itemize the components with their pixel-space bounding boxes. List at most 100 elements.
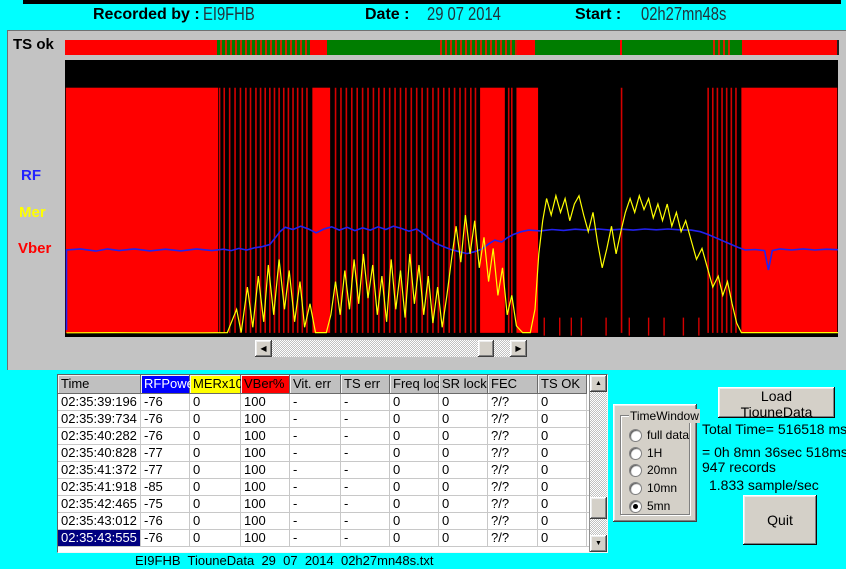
- table-cell[interactable]: 0: [538, 445, 587, 461]
- table-cell[interactable]: -: [290, 445, 341, 461]
- table-row[interactable]: 02:35:43:555-760100--00?/?0: [58, 530, 589, 547]
- table-cell[interactable]: 0: [390, 411, 439, 427]
- vscroll-track[interactable]: [590, 392, 607, 535]
- table-cell[interactable]: ?/?: [488, 411, 538, 427]
- table-cell[interactable]: ?/?: [488, 530, 538, 546]
- table-cell[interactable]: 02:35:42:465: [58, 496, 141, 512]
- table-cell[interactable]: 02:35:40:282: [58, 428, 141, 444]
- table-cell[interactable]: -76: [141, 428, 190, 444]
- radio-icon[interactable]: [629, 447, 642, 460]
- table-cell[interactable]: 0: [190, 479, 241, 495]
- table-cell[interactable]: 0: [390, 513, 439, 529]
- table-cell[interactable]: 100: [241, 445, 290, 461]
- table-cell[interactable]: ?/?: [488, 462, 538, 478]
- table-cell[interactable]: -: [341, 445, 390, 461]
- table-row[interactable]: 02:35:39:196-760100--00?/?0: [58, 394, 589, 411]
- table-cell[interactable]: ?/?: [488, 394, 538, 410]
- table-cell[interactable]: 100: [241, 530, 290, 546]
- table-row[interactable]: 02:35:40:828-770100--00?/?0: [58, 445, 589, 462]
- table-cell[interactable]: -: [290, 462, 341, 478]
- radio-icon[interactable]: [629, 482, 642, 495]
- table-cell[interactable]: 0: [439, 513, 488, 529]
- table-row[interactable]: 02:35:41:372-770100--00?/?0: [58, 462, 589, 479]
- radio-option-20mn[interactable]: 20mn: [629, 463, 677, 477]
- table-cell[interactable]: 0: [390, 530, 439, 546]
- table-row[interactable]: 02:35:43:012-760100--00?/?0: [58, 513, 589, 530]
- table-cell[interactable]: 0: [190, 394, 241, 410]
- table-cell[interactable]: 0: [390, 394, 439, 410]
- table-row[interactable]: 02:35:41:918-850100--00?/?0: [58, 479, 589, 496]
- table-cell[interactable]: 0: [390, 428, 439, 444]
- table-row[interactable]: 02:35:40:282-760100--00?/?0: [58, 428, 589, 445]
- radio-option-5mn[interactable]: 5mn: [629, 499, 670, 513]
- table-cell[interactable]: ?/?: [488, 428, 538, 444]
- table-cell[interactable]: 0: [439, 462, 488, 478]
- radio-option-full-data[interactable]: full data: [629, 428, 689, 442]
- table-cell[interactable]: 0: [439, 496, 488, 512]
- table-cell[interactable]: -: [341, 513, 390, 529]
- radio-icon[interactable]: [629, 429, 642, 442]
- table-cell[interactable]: 100: [241, 428, 290, 444]
- table-cell[interactable]: -85: [141, 479, 190, 495]
- table-cell[interactable]: -: [341, 496, 390, 512]
- table-cell[interactable]: -: [290, 411, 341, 427]
- table-cell[interactable]: ?/?: [488, 479, 538, 495]
- table-cell[interactable]: 0: [190, 462, 241, 478]
- radio-option-1h[interactable]: 1H: [629, 446, 662, 460]
- radio-icon[interactable]: [629, 500, 642, 513]
- table-cell[interactable]: 02:35:39:196: [58, 394, 141, 410]
- vscroll-thumb[interactable]: [590, 497, 607, 519]
- scroll-left-icon[interactable]: ◀: [255, 340, 272, 357]
- table-cell[interactable]: -: [290, 428, 341, 444]
- table-cell[interactable]: 0: [538, 513, 587, 529]
- table-cell[interactable]: -: [341, 530, 390, 546]
- scroll-up-icon[interactable]: ▲: [590, 375, 607, 392]
- scroll-down-icon[interactable]: ▼: [590, 535, 607, 552]
- table-cell[interactable]: 0: [190, 530, 241, 546]
- table-cell[interactable]: 0: [538, 530, 587, 546]
- table-cell[interactable]: 0: [190, 411, 241, 427]
- table-cell[interactable]: 02:35:43:012: [58, 513, 141, 529]
- table-cell[interactable]: -76: [141, 394, 190, 410]
- table-cell[interactable]: 02:35:40:828: [58, 445, 141, 461]
- quit-button[interactable]: Quit: [743, 495, 817, 545]
- table-cell[interactable]: 0: [190, 445, 241, 461]
- table-cell[interactable]: 100: [241, 411, 290, 427]
- table-cell[interactable]: ?/?: [488, 496, 538, 512]
- table-cell[interactable]: -77: [141, 462, 190, 478]
- chart-horizontal-scrollbar[interactable]: ◀ ▶: [255, 340, 527, 357]
- table-cell[interactable]: -: [290, 394, 341, 410]
- table-cell[interactable]: 0: [439, 394, 488, 410]
- table-cell[interactable]: 100: [241, 394, 290, 410]
- table-row[interactable]: 02:35:39:734-760100--00?/?0: [58, 411, 589, 428]
- table-cell[interactable]: 0: [190, 496, 241, 512]
- hscroll-thumb[interactable]: [478, 340, 494, 357]
- table-cell[interactable]: 0: [390, 445, 439, 461]
- table-cell[interactable]: -76: [141, 513, 190, 529]
- radio-icon[interactable]: [629, 464, 642, 477]
- table-cell[interactable]: -: [290, 513, 341, 529]
- table-cell[interactable]: 02:35:41:918: [58, 479, 141, 495]
- table-cell[interactable]: -77: [141, 445, 190, 461]
- table-cell[interactable]: -76: [141, 530, 190, 546]
- table-cell[interactable]: -: [341, 411, 390, 427]
- table-cell[interactable]: 02:35:41:372: [58, 462, 141, 478]
- table-cell[interactable]: 0: [538, 428, 587, 444]
- table-cell[interactable]: 100: [241, 479, 290, 495]
- table-cell[interactable]: 100: [241, 496, 290, 512]
- table-cell[interactable]: -: [341, 394, 390, 410]
- table-cell[interactable]: 0: [439, 445, 488, 461]
- table-cell[interactable]: 100: [241, 462, 290, 478]
- table-cell[interactable]: 0: [439, 411, 488, 427]
- table-cell[interactable]: 0: [390, 462, 439, 478]
- table-cell[interactable]: -: [290, 496, 341, 512]
- table-cell[interactable]: ?/?: [488, 513, 538, 529]
- load-tiounedata-button[interactable]: Load TiouneData: [718, 387, 835, 418]
- table-cell[interactable]: -: [341, 479, 390, 495]
- table-cell[interactable]: 0: [439, 530, 488, 546]
- table-cell[interactable]: 0: [538, 496, 587, 512]
- table-cell[interactable]: 0: [390, 496, 439, 512]
- table-cell[interactable]: 0: [439, 428, 488, 444]
- table-cell[interactable]: ?/?: [488, 445, 538, 461]
- radio-option-10mn[interactable]: 10mn: [629, 481, 677, 495]
